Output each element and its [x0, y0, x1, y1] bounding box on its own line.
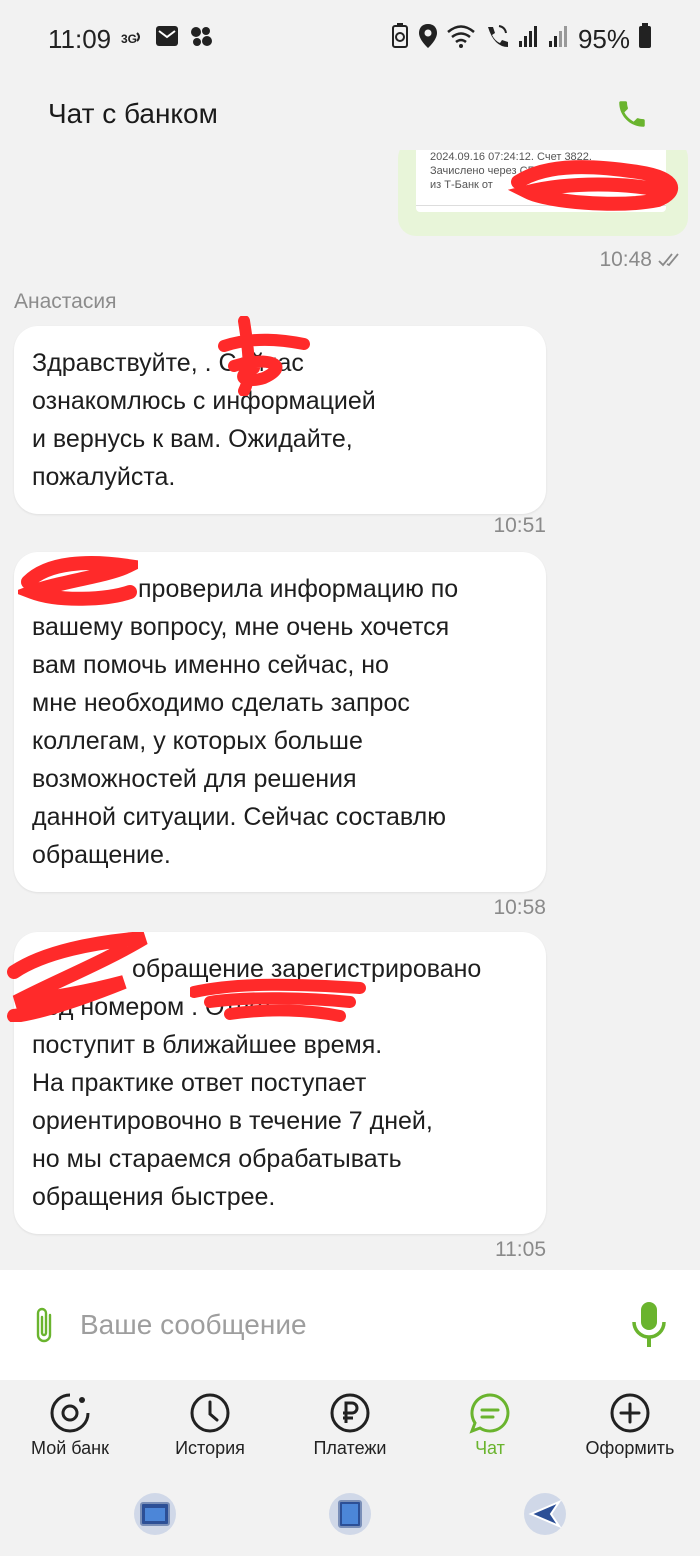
- battery-icon: [638, 22, 652, 56]
- receipt-line-1: 2024.09.16 07:24:12. Счет 3822.: [430, 151, 592, 163]
- message-input[interactable]: [80, 1295, 624, 1355]
- message-line: мне необходимо сделать запрос: [32, 689, 410, 717]
- message-line: обращение зарегистрировано: [132, 955, 482, 983]
- message-line: На практике ответ поступает: [32, 1069, 367, 1097]
- system-navigation: [0, 1472, 700, 1556]
- message-line: вам помочь именно сейчас, но: [32, 651, 389, 679]
- microphone-button[interactable]: [624, 1295, 674, 1355]
- signal-icon-2: [548, 24, 570, 55]
- recent-apps-button[interactable]: [130, 1489, 180, 1539]
- paperclip-icon: [36, 1307, 52, 1343]
- message-input-bar: [0, 1270, 700, 1380]
- message-time: 10:48: [599, 248, 652, 271]
- receipt-line-3: из Т-Банк от: [430, 179, 493, 191]
- nav-history[interactable]: История: [145, 1392, 275, 1459]
- message-line: ознакомлюсь с информацией: [32, 387, 376, 415]
- message-line: и вернусь к вам. Ожидайте,: [32, 425, 353, 453]
- nav-label: История: [175, 1438, 245, 1458]
- mail-icon: [155, 24, 179, 55]
- chat-icon: [469, 1393, 510, 1434]
- battery-saver-icon: [390, 22, 410, 56]
- wifi-icon: [446, 23, 476, 56]
- back-button[interactable]: [520, 1489, 570, 1539]
- app-dots-icon: [189, 24, 213, 55]
- status-bar: 11:09 3G 95%: [0, 0, 700, 78]
- svg-text:3G: 3G: [121, 32, 137, 46]
- wifi-calling-icon: [484, 23, 510, 56]
- agent-name: Анастасия: [14, 290, 117, 313]
- status-time: 11:09: [48, 23, 112, 54]
- double-check-icon: [658, 253, 679, 267]
- receipt-line-2: Зачислено через СБП 15000.00RUB: [430, 165, 615, 177]
- message-line: но мы стараемся обрабатывать: [32, 1145, 402, 1173]
- outgoing-image-message[interactable]: 2024.09.16 07:24:12. Счет 3822. Зачислен…: [398, 150, 688, 236]
- nav-label: Платежи: [313, 1438, 387, 1458]
- clock-icon: [190, 1393, 230, 1433]
- battery-percent: 95%: [577, 23, 630, 54]
- home-button[interactable]: [325, 1489, 375, 1539]
- message-line: пожалуйста.: [32, 463, 176, 491]
- nav-my-bank[interactable]: Мой банк: [5, 1392, 135, 1459]
- message-line: коллегам, у которых больше: [32, 727, 363, 755]
- receipt-divider: [416, 205, 666, 206]
- message-time: 10:58: [493, 896, 546, 919]
- message-line: проверила информацию по: [138, 575, 459, 603]
- target-icon: [50, 1393, 90, 1433]
- incoming-message[interactable]: Здравствуйте, . Сейчас ознакомлюсь с инф…: [14, 316, 546, 514]
- message-line: под номером . Ответ: [32, 993, 274, 1021]
- cellular-3g-icon: 3G: [121, 24, 145, 55]
- nav-payments[interactable]: Платежи: [285, 1392, 415, 1459]
- bottom-navigation: Мой банк История Платежи Чат Оформить: [0, 1380, 700, 1472]
- attach-button[interactable]: [26, 1301, 62, 1349]
- nav-apply[interactable]: Оформить: [565, 1392, 695, 1459]
- microphone-icon: [632, 1302, 666, 1347]
- phone-icon: [619, 101, 645, 127]
- nav-label: Оформить: [585, 1438, 675, 1458]
- page-title: Чат с банком: [48, 98, 218, 129]
- nav-label: Чат: [475, 1438, 505, 1458]
- home-icon: [329, 1493, 371, 1535]
- message-line: возможностей для решения: [32, 765, 357, 793]
- message-line: обращения быстрее.: [32, 1183, 276, 1211]
- message-line: обращение.: [32, 841, 171, 869]
- nav-label: Мой банк: [31, 1438, 109, 1458]
- location-icon: [418, 23, 438, 56]
- ruble-icon: [330, 1393, 370, 1433]
- message-line: поступит в ближайшее время.: [32, 1031, 383, 1059]
- signal-icon-1: [518, 24, 540, 55]
- nav-chat[interactable]: Чат: [425, 1392, 555, 1459]
- message-line: Здравствуйте, . Сейчас: [32, 349, 304, 377]
- receipt-screenshot: 2024.09.16 07:24:12. Счет 3822. Зачислен…: [416, 150, 666, 212]
- message-line: данной ситуации. Сейчас составлю: [32, 803, 446, 831]
- chat-area[interactable]: 2024.09.16 07:24:12. Счет 3822. Зачислен…: [0, 150, 700, 1268]
- back-icon: [524, 1493, 566, 1535]
- message-line: вашему вопросу, мне очень хочется: [32, 613, 450, 641]
- incoming-message[interactable]: проверила информацию по вашему вопросу, …: [14, 552, 546, 892]
- incoming-message[interactable]: обращение зарегистрировано под номером .…: [7, 932, 546, 1234]
- plus-icon: [610, 1393, 650, 1433]
- chat-header: Чат с банком: [0, 78, 700, 150]
- message-line: ориентировочно в течение 7 дней,: [32, 1107, 433, 1135]
- recent-apps-icon: [134, 1493, 176, 1535]
- outgoing-message-time: 10:48: [599, 248, 684, 272]
- message-time: 10:51: [493, 514, 546, 537]
- message-time: 11:05: [495, 1238, 546, 1261]
- call-button[interactable]: [612, 94, 652, 134]
